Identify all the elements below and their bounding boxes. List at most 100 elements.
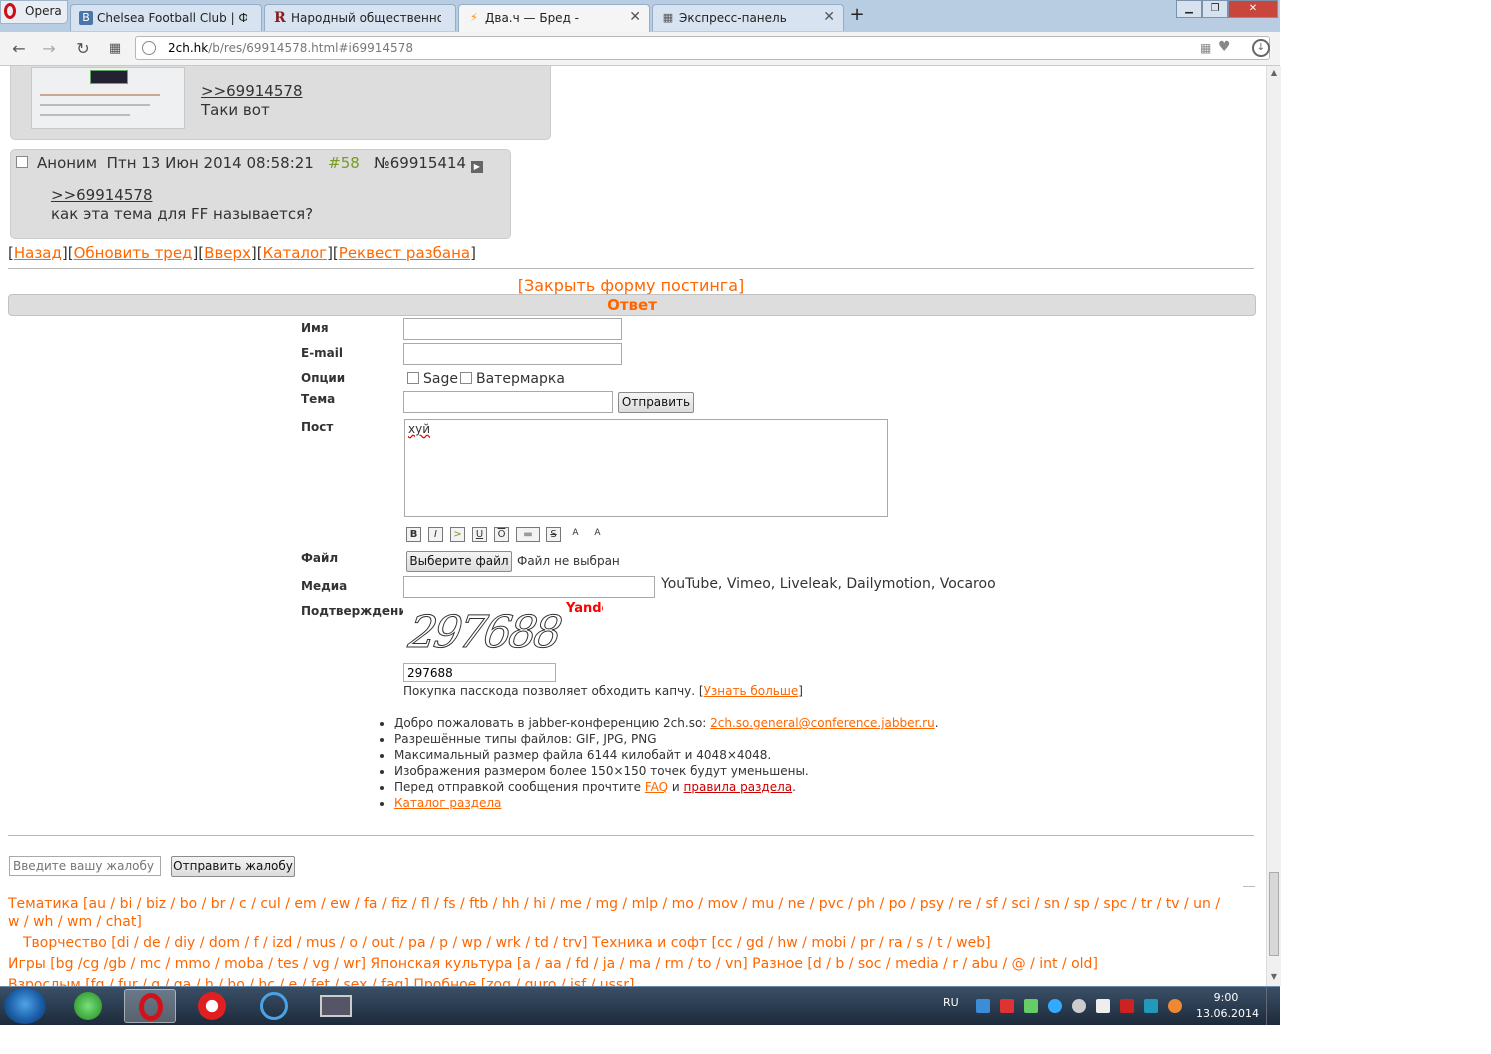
taskbar-yandex[interactable] — [186, 989, 238, 1023]
subject-input[interactable] — [403, 391, 613, 413]
close-posting-form-link[interactable]: [Закрыть форму постинга] — [518, 276, 745, 295]
learn-more-link[interactable]: Узнать больше — [704, 684, 799, 698]
captcha-input[interactable] — [403, 663, 556, 682]
catalog-link[interactable]: Каталог — [263, 244, 327, 262]
expand-arrow-icon[interactable]: ▶ — [470, 161, 483, 173]
underline-icon[interactable]: U — [472, 527, 487, 542]
opera-menu-button[interactable]: Opera — [0, 0, 68, 24]
board-line[interactable]: Творчество [di / de / diy / dom / f / iz… — [8, 934, 1258, 952]
submit-post-button[interactable]: Отправить — [618, 392, 694, 413]
page-scrollbar[interactable]: ▲ ▼ — [1266, 66, 1281, 986]
taskbar-opera[interactable] — [124, 989, 176, 1023]
sage-label: Sage — [423, 371, 458, 387]
top-link[interactable]: Вверх — [204, 244, 251, 262]
back-icon[interactable]: ← — [8, 39, 30, 59]
taskbar-app[interactable] — [248, 989, 300, 1023]
thumbnail-content — [90, 70, 128, 84]
language-indicator[interactable]: RU — [943, 996, 959, 1009]
board-line[interactable]: Игры [bg /cg /gb / mc / mmo / moba / tes… — [8, 955, 1258, 973]
scroll-up-icon[interactable]: ▲ — [1269, 68, 1279, 77]
minimize-icon[interactable]: ▁ — [1176, 0, 1202, 18]
sage-checkbox[interactable] — [407, 372, 419, 384]
tab-dvach[interactable]: ⚡ Два.ч — Бред - ✕ — [458, 4, 650, 32]
board-line[interactable]: Взрослым [fg / fur / g / ga / h / ho / h… — [8, 976, 1258, 986]
name-input[interactable] — [403, 318, 622, 340]
post-select-checkbox[interactable] — [16, 156, 28, 168]
captcha-digits: 297688 — [405, 607, 563, 659]
overline-icon[interactable]: O — [494, 527, 509, 542]
flag-icon[interactable] — [1120, 999, 1134, 1013]
superscript-icon[interactable]: A — [568, 527, 583, 542]
tray-app-icon[interactable] — [1072, 999, 1086, 1013]
maximize-icon[interactable]: ❐ — [1202, 0, 1228, 18]
show-desktop-button[interactable] — [1266, 987, 1281, 1025]
opera-menu-label: Opera — [25, 4, 62, 18]
reply-form-heading: Ответ — [8, 294, 1256, 316]
watermark-checkbox[interactable] — [460, 372, 472, 384]
media-label: Медиа — [301, 579, 348, 593]
forward-icon[interactable]: → — [38, 39, 60, 59]
close-tab-icon[interactable]: ✕ — [823, 9, 835, 25]
divider — [8, 268, 1254, 269]
complaint-input[interactable] — [9, 856, 161, 876]
reply-link[interactable]: >>69914578 — [201, 82, 302, 100]
quote-icon[interactable]: > — [450, 527, 465, 542]
address-bar[interactable]: 2ch.hk/b/res/69914578.html#i69914578 ▦ ♥ — [135, 36, 1270, 60]
speed-dial-icon[interactable]: ▦ — [104, 39, 126, 59]
scroll-down-icon[interactable]: ▼ — [1269, 972, 1279, 981]
refresh-thread-link[interactable]: Обновить тред — [74, 244, 193, 262]
post-image-thumbnail[interactable] — [31, 67, 185, 129]
tab-chelsea[interactable]: B Chelsea Football Club | ФК — [70, 4, 262, 31]
post-textarea[interactable]: хуй — [404, 419, 888, 517]
display-icon[interactable] — [1144, 999, 1158, 1013]
tray-network-icon[interactable] — [976, 999, 990, 1013]
board-line[interactable]: w / wh / wm / chat] — [8, 913, 1258, 931]
board-line[interactable]: Тематика [au / bi / biz / bo / br / c / … — [8, 895, 1258, 913]
divider — [8, 835, 1254, 836]
taskbar-clock[interactable]: 9:00 13.06.2014 — [1196, 991, 1259, 1020]
tab-speed-dial[interactable]: ▦ Экспресс-панель ✕ — [652, 4, 844, 31]
choose-file-button[interactable]: Выберите файл — [406, 551, 512, 572]
strikethrough-icon[interactable]: S — [546, 527, 561, 542]
post-author: Аноним — [37, 154, 98, 172]
tab-narodny[interactable]: R Народный общественно — [264, 4, 456, 31]
faq-link[interactable]: FAQ — [645, 780, 668, 794]
post-label: Пост — [301, 420, 334, 434]
email-input[interactable] — [403, 343, 622, 365]
subscript-icon[interactable]: A — [590, 527, 605, 542]
tray-app-icon[interactable] — [1048, 999, 1062, 1013]
rule-item: Добро пожаловать в jabber-конференцию 2c… — [394, 716, 939, 730]
close-tab-icon[interactable]: ✕ — [629, 9, 641, 25]
back-link[interactable]: Назад — [14, 244, 62, 262]
taskbar-window-switcher[interactable] — [310, 989, 362, 1023]
download-icon[interactable]: ↓ — [1252, 39, 1270, 57]
jabber-link[interactable]: 2ch.so.general@conference.jabber.ru — [710, 716, 935, 730]
url-text: 2ch.hk/b/res/69914578.html#i69914578 — [168, 41, 413, 55]
board-catalog-link[interactable]: Каталог раздела — [394, 796, 501, 810]
tray-app-icon[interactable] — [1000, 999, 1014, 1013]
new-tab-button[interactable]: + — [848, 6, 866, 24]
unban-request-link[interactable]: Реквест разбана — [339, 244, 470, 262]
reload-icon[interactable]: ↻ — [72, 39, 94, 59]
tray-app-icon[interactable] — [1024, 999, 1038, 1013]
send-complaint-button[interactable]: Отправить жалобу — [171, 856, 295, 877]
scrollbar-thumb[interactable] — [1269, 872, 1279, 956]
heart-icon[interactable]: ♥ — [1218, 39, 1231, 55]
taskbar-network-app[interactable] — [62, 989, 114, 1023]
reply-link[interactable]: >>69914578 — [51, 186, 152, 204]
bold-icon[interactable]: B — [406, 527, 421, 542]
italic-icon[interactable]: I — [428, 527, 443, 542]
close-window-icon[interactable]: ✕ — [1228, 0, 1278, 18]
start-button-icon[interactable] — [4, 988, 46, 1024]
tray-app-icon[interactable] — [1168, 999, 1182, 1013]
media-input[interactable] — [403, 576, 655, 598]
rule-item: Разрешённые типы файлов: GIF, JPG, PNG — [394, 732, 939, 746]
spoiler-icon[interactable]: ▬ — [516, 527, 540, 542]
board-rules-link[interactable]: правила раздела — [684, 780, 793, 794]
rule-item: Каталог раздела — [394, 796, 939, 810]
globe-icon — [142, 41, 156, 55]
post-number[interactable]: №69915414 — [374, 154, 466, 172]
volume-icon[interactable] — [1096, 999, 1110, 1013]
view-icon[interactable]: ▦ — [1200, 41, 1211, 55]
post-reply: Аноним Птн 13 Июн 2014 08:58:21 #58 №699… — [10, 149, 511, 239]
